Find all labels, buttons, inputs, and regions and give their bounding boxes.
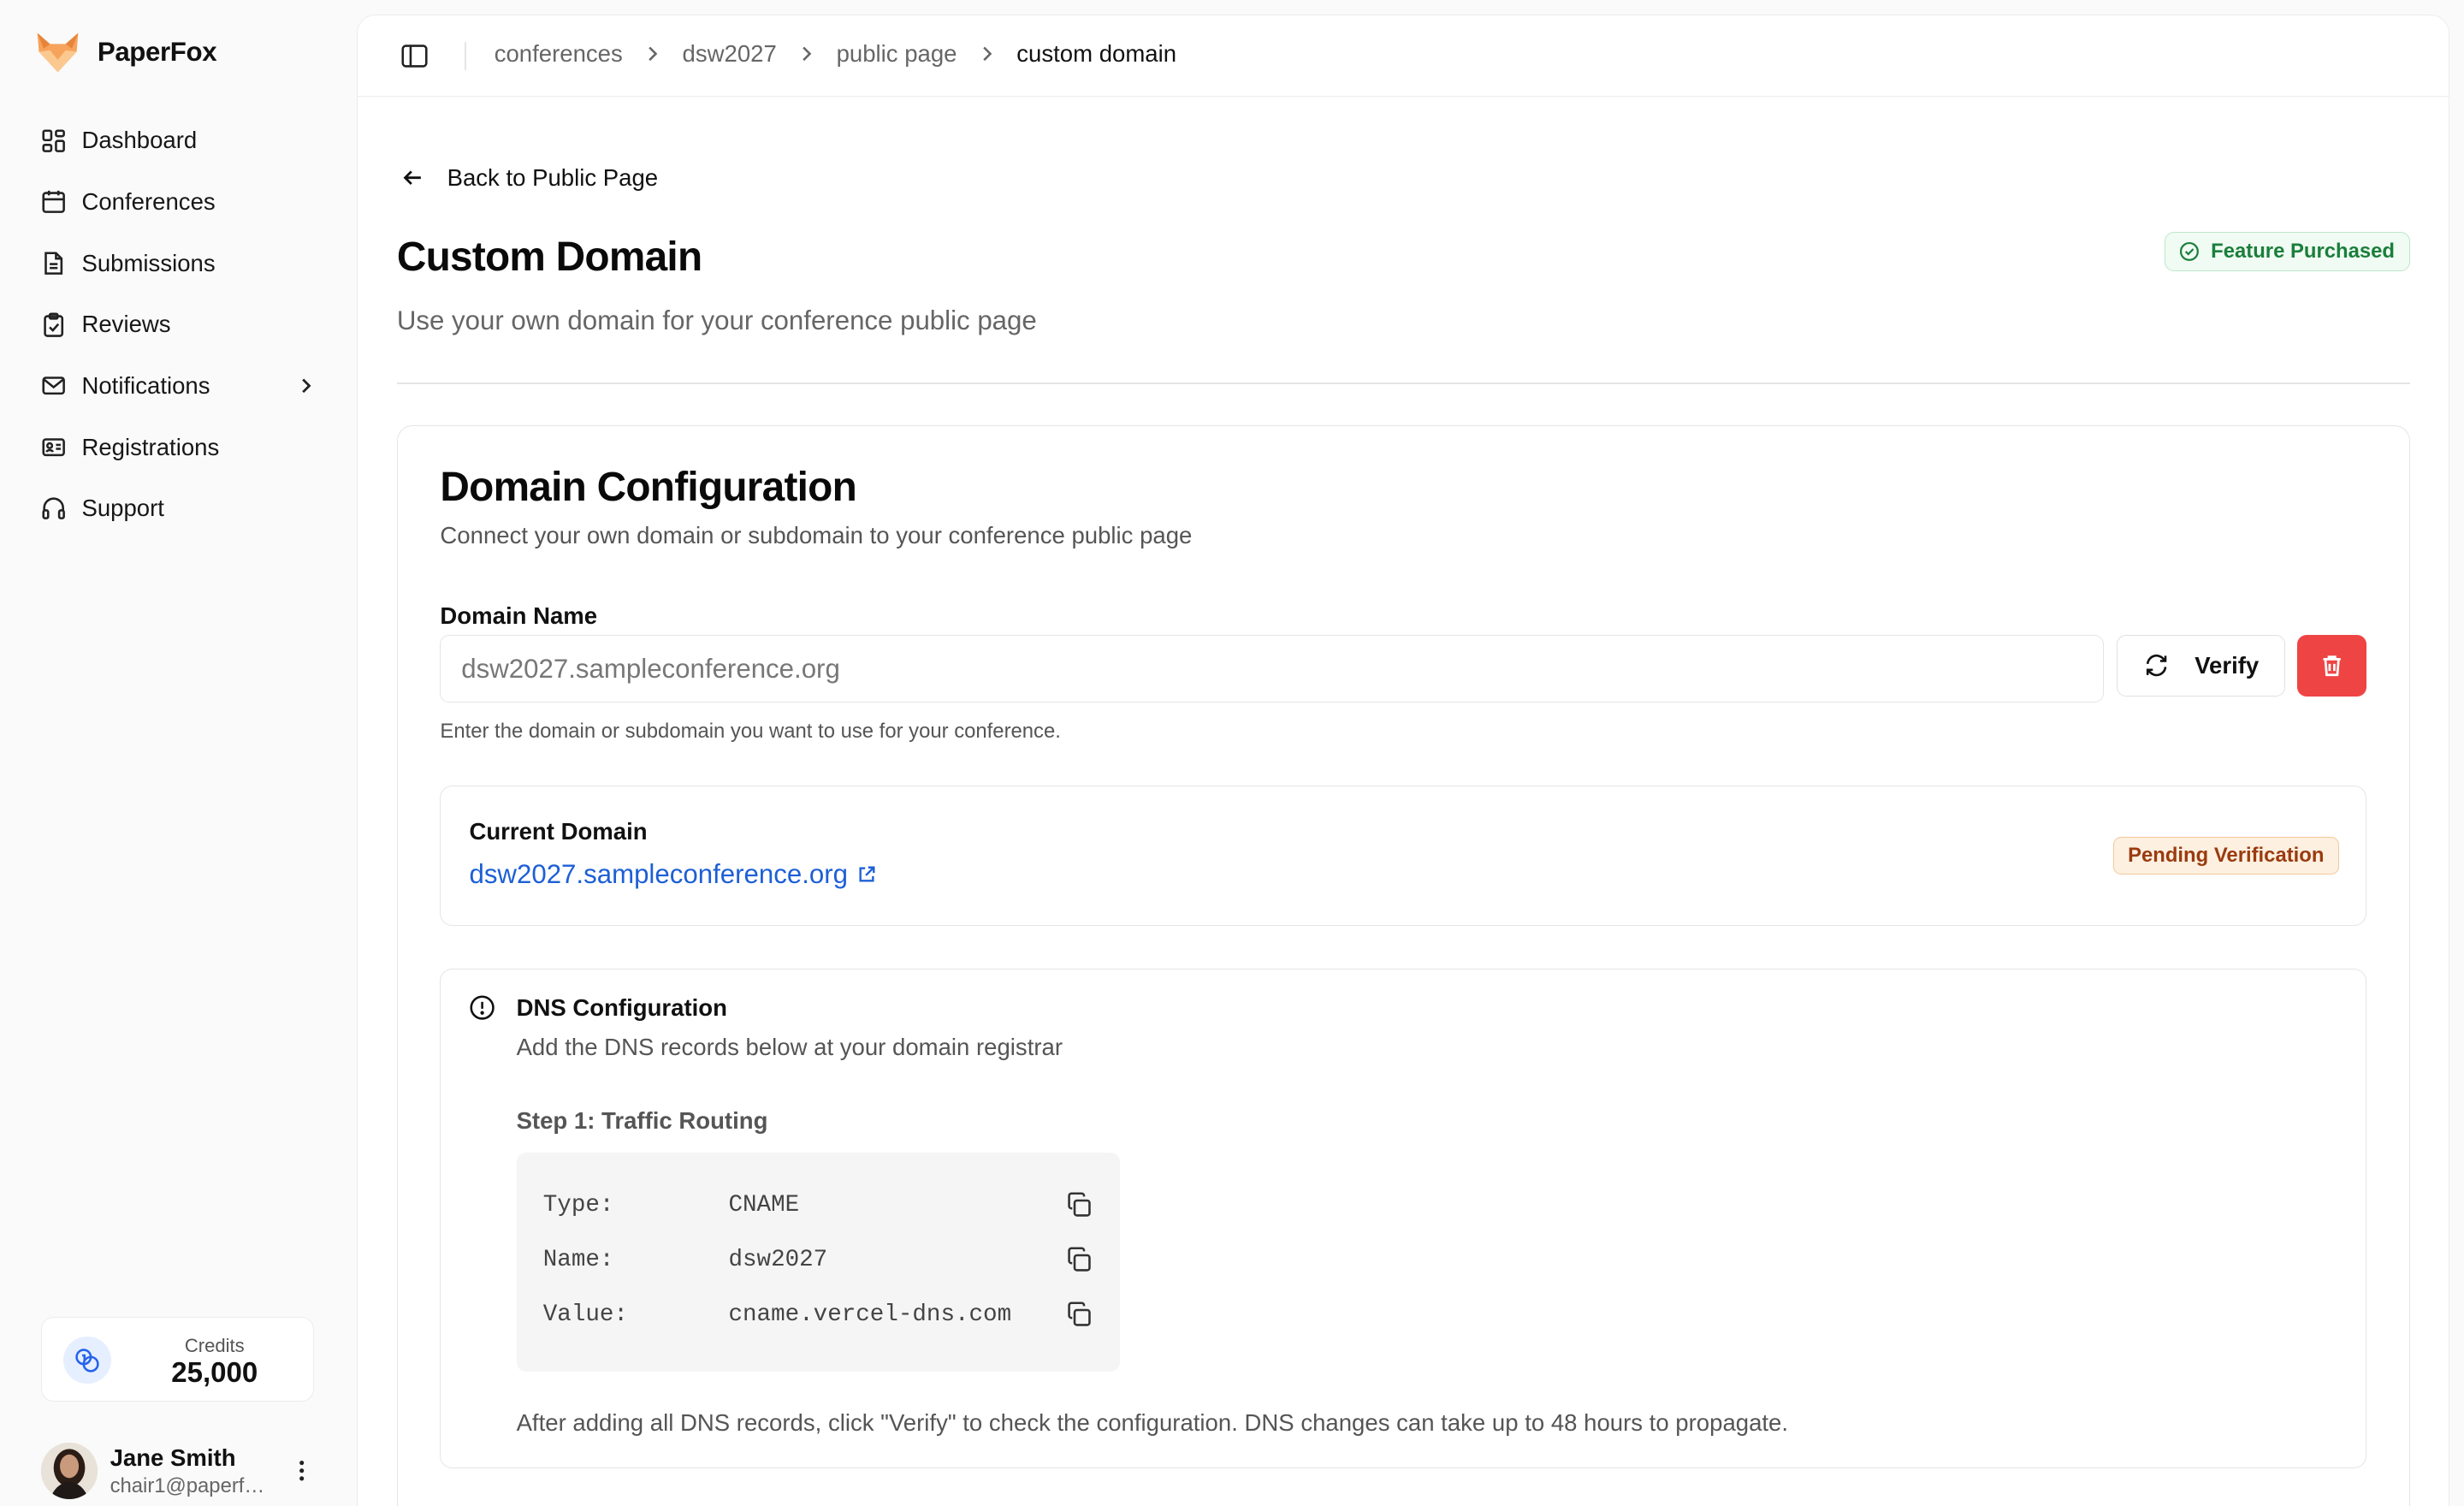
credits-value: 25,000 <box>171 1357 258 1390</box>
sidebar-item-label: Reviews <box>81 311 171 338</box>
dns-record-key: Name: <box>542 1246 614 1273</box>
credits-label: Credits <box>184 1335 245 1357</box>
file-text-icon <box>44 252 62 275</box>
page-subtitle: Use your own domain for your conference … <box>396 305 1037 336</box>
sidebar-item-reviews[interactable]: Reviews <box>25 293 333 355</box>
sidebar-item-label: Notifications <box>81 371 210 399</box>
check-circle-icon <box>2180 241 2200 261</box>
sidebar-item-notifications[interactable]: Notifications <box>25 355 333 417</box>
brand[interactable]: PaperFox <box>34 28 217 75</box>
domain-configuration-card: Domain Configuration Connect your own do… <box>396 424 2410 1506</box>
breadcrumb-public-page[interactable]: public page <box>837 40 957 68</box>
chevron-right-icon <box>982 46 992 62</box>
verify-button[interactable]: Verify <box>2117 635 2285 697</box>
user-menu[interactable]: Jane Smith chair1@paperfox.io <box>40 1439 324 1502</box>
dns-record-row: Type: CNAME <box>543 1188 1093 1222</box>
sidebar-item-support[interactable]: Support <box>25 477 333 539</box>
dns-record-row: Name: dsw2027 <box>543 1242 1093 1277</box>
dns-footnote: After adding all DNS records, click "Ver… <box>516 1408 1789 1436</box>
domain-hint: Enter the domain or subdomain you want t… <box>440 720 1061 744</box>
copy-icon[interactable] <box>1065 1301 1093 1329</box>
feature-purchased-badge: Feature Purchased <box>2164 231 2410 271</box>
dns-record-key: Type: <box>542 1191 614 1218</box>
copy-icon[interactable] <box>1065 1246 1093 1274</box>
more-vertical-icon[interactable] <box>289 1458 314 1483</box>
dashboard-icon <box>42 129 65 152</box>
current-domain-link[interactable]: dsw2027.sampleconference.org <box>469 859 876 890</box>
mail-icon <box>42 376 65 395</box>
sidebar-item-submissions[interactable]: Submissions <box>25 233 333 294</box>
dns-record-key: Value: <box>542 1301 628 1329</box>
breadcrumb-current: custom domain <box>1016 39 1177 67</box>
current-domain-label: Current Domain <box>469 818 648 845</box>
current-domain-box: Current Domain dsw2027.sampleconference.… <box>440 786 2367 926</box>
current-domain-text: dsw2027.sampleconference.org <box>469 858 848 889</box>
back-link[interactable]: Back to Public Page <box>400 164 659 192</box>
sidebar-item-label: Submissions <box>81 249 216 276</box>
chevron-right-icon <box>803 46 812 62</box>
breadcrumb: conferences dsw2027 public page custom d… <box>495 40 1176 68</box>
card-description: Connect your own domain or subdomain to … <box>440 521 1193 548</box>
user-name: Jane Smith <box>110 1444 236 1471</box>
domain-name-input[interactable] <box>440 635 2105 703</box>
sidebar-item-label: Support <box>81 495 164 522</box>
dns-step-title: Step 1: Traffic Routing <box>516 1107 768 1135</box>
dns-record-row: Value: cname.vercel-dns.com <box>543 1297 1093 1331</box>
delete-domain-button[interactable] <box>2297 635 2367 697</box>
sidebar-item-conferences[interactable]: Conferences <box>25 171 333 233</box>
alert-circle-icon <box>470 995 495 1020</box>
sidebar: PaperFox Dashboard Conferences Submissio… <box>0 0 356 1506</box>
divider <box>396 382 2410 385</box>
trash-icon <box>2323 655 2341 677</box>
back-link-label: Back to Public Page <box>447 164 659 191</box>
sidebar-item-dashboard[interactable]: Dashboard <box>25 110 333 172</box>
chevron-right-icon <box>649 46 658 62</box>
dns-record-value: cname.vercel-dns.com <box>728 1301 1012 1329</box>
dns-description: Add the DNS records below at your domain… <box>516 1033 1063 1060</box>
dns-record-value: dsw2027 <box>728 1246 828 1273</box>
status-badge: Pending Verification <box>2112 837 2339 875</box>
external-link-icon <box>859 866 875 882</box>
avatar <box>40 1443 98 1500</box>
copy-icon[interactable] <box>1065 1191 1093 1219</box>
dns-configuration-box: DNS Configuration Add the DNS records be… <box>440 968 2367 1468</box>
dns-record-value: CNAME <box>728 1191 800 1218</box>
dns-title: DNS Configuration <box>516 993 727 1021</box>
sidebar-item-registrations[interactable]: Registrations <box>25 417 333 478</box>
sidebar-toggle-icon[interactable] <box>400 42 429 70</box>
divider <box>464 41 466 70</box>
breadcrumb-conference-id[interactable]: dsw2027 <box>683 40 777 68</box>
card-title: Domain Configuration <box>440 464 857 510</box>
arrow-left-icon <box>403 170 421 186</box>
user-email: chair1@paperfox.io <box>110 1473 274 1497</box>
verify-button-label: Verify <box>2194 651 2260 679</box>
credits-card: Credits 25,000 <box>40 1317 315 1402</box>
sidebar-nav: Dashboard Conferences Submissions Review… <box>25 110 333 539</box>
fox-logo-icon <box>38 33 79 73</box>
refresh-icon <box>2146 655 2166 677</box>
feature-badge-label: Feature Purchased <box>2211 239 2395 263</box>
domain-name-label: Domain Name <box>440 602 598 629</box>
chevron-right-icon <box>302 378 311 394</box>
clipboard-check-icon <box>44 312 63 337</box>
sidebar-item-label: Dashboard <box>81 127 198 154</box>
headphones-icon <box>42 497 65 520</box>
top-bar: conferences dsw2027 public page custom d… <box>357 15 2449 98</box>
calendar-icon <box>42 191 65 214</box>
main-panel: conferences dsw2027 public page custom d… <box>356 14 2450 1506</box>
sidebar-item-label: Registrations <box>81 433 220 460</box>
dns-records-block: Type: CNAME Name: dsw2027 Value: cname.v… <box>516 1153 1120 1372</box>
breadcrumb-conferences[interactable]: conferences <box>495 40 623 68</box>
page-title: Custom Domain <box>396 234 702 280</box>
sidebar-item-label: Conferences <box>81 188 216 215</box>
id-card-icon <box>42 438 65 456</box>
coins-icon <box>63 1337 111 1384</box>
app-name: PaperFox <box>97 36 217 67</box>
